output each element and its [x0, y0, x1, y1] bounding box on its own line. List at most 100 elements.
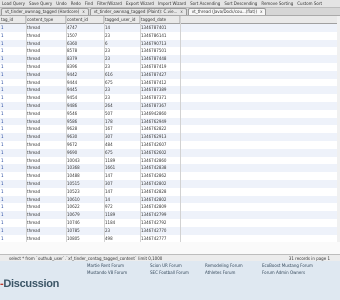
- forum-link[interactable]: Remodeling Forum: [205, 263, 243, 268]
- column-header-tag-id[interactable]: tag_id: [0, 16, 26, 23]
- table-cell[interactable]: 675: [104, 79, 140, 87]
- table-row[interactable]: 1 thread 8578 23 1346787501: [0, 47, 340, 56]
- table-cell[interactable]: 23: [104, 227, 140, 235]
- table-cell[interactable]: 1346742802: [140, 196, 180, 204]
- table-cell[interactable]: 1346742828: [140, 188, 180, 196]
- table-cell[interactable]: 9586: [66, 118, 104, 126]
- table-cell[interactable]: 1: [0, 141, 26, 149]
- table-row[interactable]: 1 thread 10622 972 1346742809: [0, 203, 340, 212]
- table-cell[interactable]: 1346762913: [140, 133, 180, 141]
- table-cell[interactable]: thread: [26, 203, 66, 211]
- table-row[interactable]: 1 thread 10805 498 1346742777: [0, 234, 340, 242]
- table-cell[interactable]: 10679: [66, 211, 104, 219]
- toolbar-item-10[interactable]: Remove Sorting: [261, 1, 293, 6]
- close-icon[interactable]: x: [82, 9, 84, 14]
- table-cell[interactable]: 1: [0, 188, 26, 196]
- tab-0[interactable]: vt_tinder_ownnag_tagged (Hardcore) x: [1, 8, 89, 15]
- table-cell[interactable]: 9444: [66, 79, 104, 87]
- table-cell[interactable]: 8578: [66, 47, 104, 55]
- table-cell[interactable]: 23: [104, 55, 140, 63]
- table-row[interactable]: 1 thread 1507 23 1346786141: [0, 31, 340, 40]
- table-cell[interactable]: 1: [0, 79, 26, 87]
- table-row[interactable]: 1 thread 10523 147 1346742828: [0, 187, 340, 196]
- table-row[interactable]: 1 thread 9546 507 1346942860: [0, 109, 340, 118]
- table-cell[interactable]: 1346787401: [140, 24, 180, 32]
- table-cell[interactable]: 1661: [104, 164, 140, 172]
- table-row[interactable]: 1 thread 9445 23 1346787389: [0, 86, 340, 95]
- table-cell[interactable]: 1346787419: [140, 63, 180, 71]
- table-cell[interactable]: 1346742860: [140, 157, 180, 165]
- table-cell[interactable]: 1: [0, 102, 26, 110]
- table-cell[interactable]: 1346742777: [140, 235, 180, 242]
- table-cell[interactable]: 675: [104, 149, 140, 157]
- table-row[interactable]: 1 thread 10515 307 1346742802: [0, 179, 340, 188]
- table-cell[interactable]: 1: [0, 24, 26, 32]
- table-cell[interactable]: thread: [26, 219, 66, 227]
- table-cell[interactable]: 1346790713: [140, 40, 180, 48]
- table-cell[interactable]: 307: [104, 133, 140, 141]
- table-cell[interactable]: 10515: [66, 180, 104, 188]
- table-cell[interactable]: thread: [26, 71, 66, 79]
- table-cell[interactable]: 1: [0, 63, 26, 71]
- table-cell[interactable]: 1346742770: [140, 227, 180, 235]
- table-cell[interactable]: 1346787412: [140, 79, 180, 87]
- table-cell[interactable]: thread: [26, 149, 66, 157]
- table-cell[interactable]: 10523: [66, 188, 104, 196]
- table-cell[interactable]: thread: [26, 125, 66, 133]
- table-cell[interactable]: 1189: [104, 157, 140, 165]
- table-cell[interactable]: thread: [26, 79, 66, 87]
- table-cell[interactable]: 1: [0, 47, 26, 55]
- table-cell[interactable]: 1: [0, 172, 26, 180]
- toolbar-item-0[interactable]: Load Query: [2, 1, 25, 6]
- toolbar-item-7[interactable]: Import Wizard: [158, 1, 186, 6]
- table-cell[interactable]: 9445: [66, 86, 104, 94]
- table-row[interactable]: 1 thread 9486 264 1346787367: [0, 101, 340, 110]
- table-cell[interactable]: thread: [26, 40, 66, 48]
- table-cell[interactable]: 4747: [66, 24, 104, 32]
- table-cell[interactable]: 1346762949: [140, 118, 180, 126]
- table-cell[interactable]: 10043: [66, 157, 104, 165]
- table-cell[interactable]: 1: [0, 118, 26, 126]
- table-cell[interactable]: 507: [104, 110, 140, 118]
- forum-link[interactable]: EcoBoost Mustang Forum: [262, 263, 313, 268]
- table-cell[interactable]: 1346786141: [140, 32, 180, 40]
- table-cell[interactable]: thread: [26, 86, 66, 94]
- tab-1[interactable]: vt_tinder_ownnag_tagged (Plaint): C.vie.…: [89, 8, 187, 15]
- table-cell[interactable]: 1346742838: [140, 164, 180, 172]
- table-cell[interactable]: thread: [26, 63, 66, 71]
- table-cell[interactable]: 1184: [104, 219, 140, 227]
- table-row[interactable]: 1 thread 9628 167 1346762822: [0, 125, 340, 134]
- table-cell[interactable]: thread: [26, 133, 66, 141]
- table-cell[interactable]: 616: [104, 71, 140, 79]
- table-cell[interactable]: 6360: [66, 40, 104, 48]
- table-cell[interactable]: 1346787501: [140, 47, 180, 55]
- table-cell[interactable]: 23: [104, 63, 140, 71]
- table-cell[interactable]: thread: [26, 227, 66, 235]
- table-cell[interactable]: 498: [104, 235, 140, 242]
- table-cell[interactable]: thread: [26, 32, 66, 40]
- toolbar-item-2[interactable]: Undo: [56, 1, 66, 6]
- table-cell[interactable]: 1346787367: [140, 102, 180, 110]
- table-cell[interactable]: 147: [104, 188, 140, 196]
- table-cell[interactable]: thread: [26, 110, 66, 118]
- table-cell[interactable]: 9630: [66, 133, 104, 141]
- table-cell[interactable]: 14: [104, 196, 140, 204]
- table-row[interactable]: 1 thread 9630 307 1346762913: [0, 133, 340, 141]
- toolbar-item-6[interactable]: Export Wizard: [126, 1, 154, 6]
- data-grid[interactable]: tag_id content_type content_id tagged_user_…: [0, 16, 340, 242]
- table-cell[interactable]: thread: [26, 196, 66, 204]
- table-cell[interactable]: 23: [104, 86, 140, 94]
- table-cell[interactable]: 1346742792: [140, 219, 180, 227]
- table-row[interactable]: 1 thread 9672 484 1346742607: [0, 140, 340, 149]
- table-row[interactable]: 1 thread 6360 6 1346790713: [0, 39, 340, 48]
- table-row[interactable]: 1 thread 10043 1189 1346742860: [0, 156, 340, 165]
- toolbar-item-8[interactable]: Sort Ascending: [190, 1, 220, 6]
- table-cell[interactable]: 1346787371: [140, 94, 180, 102]
- column-header-tagged-date[interactable]: tagged_date: [140, 16, 180, 23]
- table-cell[interactable]: thread: [26, 94, 66, 102]
- table-row[interactable]: 1 thread 10679 1189 1346742799: [0, 211, 340, 219]
- table-cell[interactable]: 10746: [66, 219, 104, 227]
- table-cell[interactable]: 8396: [66, 63, 104, 71]
- table-cell[interactable]: 1: [0, 71, 26, 79]
- table-row[interactable]: 1 thread 8379 23 1346787448: [0, 55, 340, 63]
